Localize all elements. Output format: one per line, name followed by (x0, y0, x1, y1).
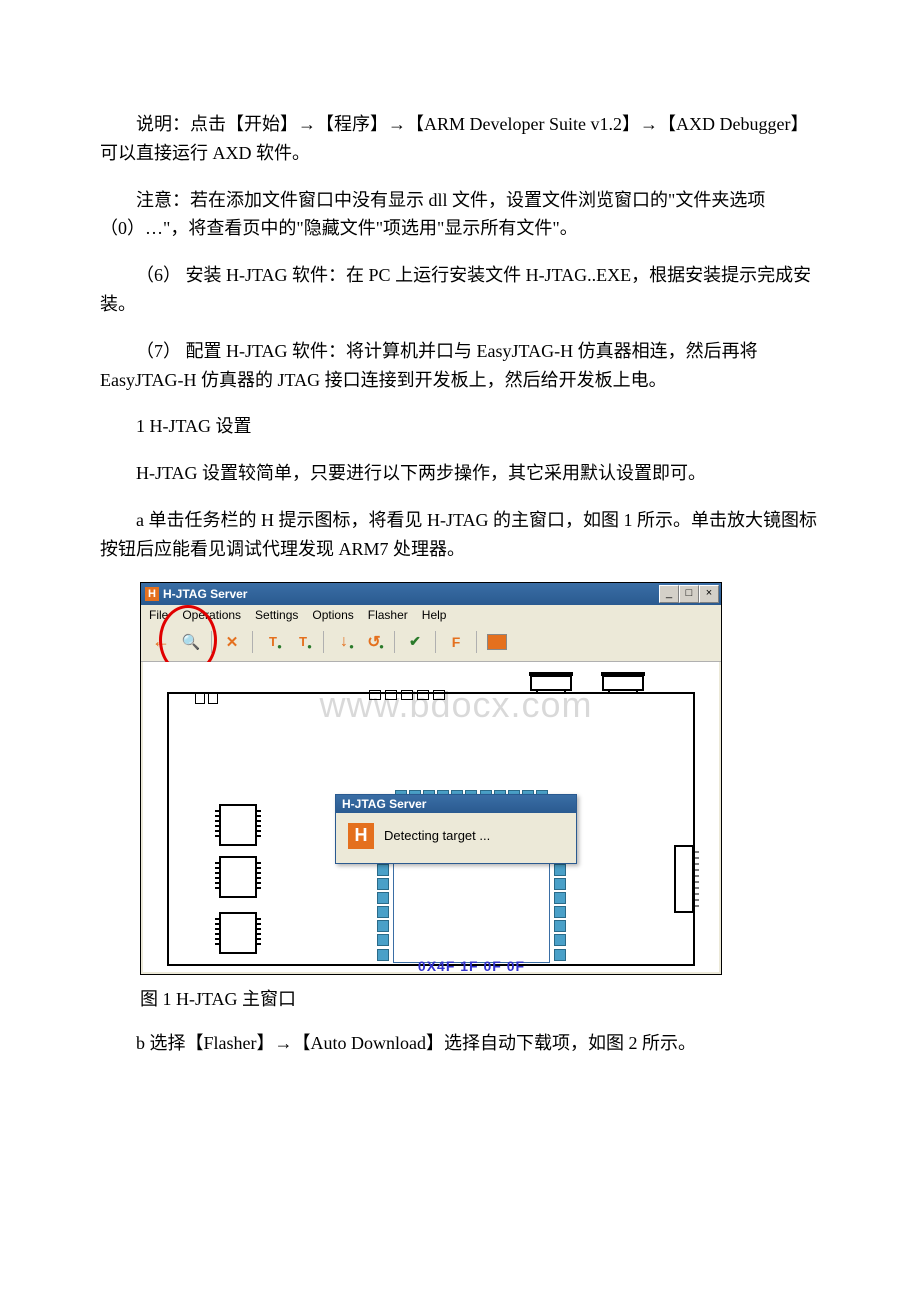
chip-icon (219, 856, 257, 898)
close-button[interactable]: × (699, 585, 719, 603)
chip-icon (219, 804, 257, 846)
menubar: File Operations Settings Options Flasher… (141, 605, 721, 625)
document-page: 说明：点击【开始】→【程序】→【ARM Developer Suite v1.2… (0, 0, 920, 1136)
hjtag-screenshot: H H-JTAG Server _ □ × File Operations Se… (140, 582, 722, 975)
download-icon[interactable] (330, 629, 358, 655)
paragraph: 说明：点击【开始】→【程序】→【ARM Developer Suite v1.2… (100, 110, 825, 168)
side-connector-icon (673, 844, 699, 914)
back-icon[interactable] (147, 629, 175, 655)
toolbar-separator (394, 631, 395, 653)
menu-file[interactable]: File (149, 608, 168, 622)
menu-options[interactable]: Options (312, 608, 353, 622)
paragraph: a 单击任务栏的 H 提示图标，将看见 H-JTAG 的主窗口，如图 1 所示。… (100, 506, 825, 564)
chip-icon (219, 912, 257, 954)
maximize-button[interactable]: □ (679, 585, 699, 603)
paragraph: H-JTAG 设置较简单，只要进行以下两步操作，其它采用默认设置即可。 (100, 459, 825, 488)
window-titlebar: H H-JTAG Server _ □ × (141, 583, 721, 605)
toolbar-separator (476, 631, 477, 653)
paragraph: 1 H-JTAG 设置 (100, 412, 825, 441)
paragraph: （6） 安装 H-JTAG 软件：在 PC 上运行安装文件 H-JTAG..EX… (100, 261, 825, 319)
paragraph: 注意：若在添加文件窗口中没有显示 dll 文件，设置文件浏览窗口的"文件夹选项（… (100, 186, 825, 244)
toolbar-separator (211, 631, 212, 653)
menu-settings[interactable]: Settings (255, 608, 298, 622)
header-pins-icon (369, 690, 445, 700)
paragraph: （7） 配置 H-JTAG 软件：将计算机并口与 EasyJTAG-H 仿真器相… (100, 337, 825, 395)
app-icon: H (145, 587, 159, 601)
flash-icon[interactable] (442, 629, 470, 655)
paragraph: b 选择【Flasher】→【Auto Download】选择自动下载项，如图 … (100, 1029, 825, 1058)
cpu-id-label: 0X4F 1F 0F 0F (399, 958, 544, 972)
minimize-button[interactable]: _ (659, 585, 679, 603)
dialog-title: H-JTAG Server (336, 795, 576, 813)
stop-icon[interactable] (483, 629, 511, 655)
cancel-icon[interactable] (218, 629, 246, 655)
menu-operations[interactable]: Operations (182, 608, 241, 622)
jtag-connector-icon (529, 670, 573, 694)
menu-flasher[interactable]: Flasher (368, 608, 408, 622)
dialog-app-icon: H (348, 823, 374, 849)
toolbar-separator (252, 631, 253, 653)
dialog-message: Detecting target ... (384, 828, 490, 843)
check-icon[interactable] (401, 629, 429, 655)
toolbar (141, 625, 721, 662)
toolbar-separator (323, 631, 324, 653)
pin-row-icon (195, 692, 218, 704)
figure-caption: 图 1 H-JTAG 主窗口 (140, 985, 825, 1014)
detecting-dialog: H-JTAG Server H Detecting target ... (335, 794, 577, 864)
refresh-icon[interactable] (360, 629, 388, 655)
target-b-icon[interactable] (289, 629, 317, 655)
window-title: H-JTAG Server (163, 587, 247, 601)
jtag-connector-icon (601, 670, 645, 694)
search-icon[interactable] (177, 629, 205, 655)
menu-help[interactable]: Help (422, 608, 447, 622)
window-buttons: _ □ × (659, 585, 719, 603)
board-canvas: www.bdocx.com (143, 662, 719, 972)
target-a-icon[interactable] (259, 629, 287, 655)
toolbar-separator (435, 631, 436, 653)
